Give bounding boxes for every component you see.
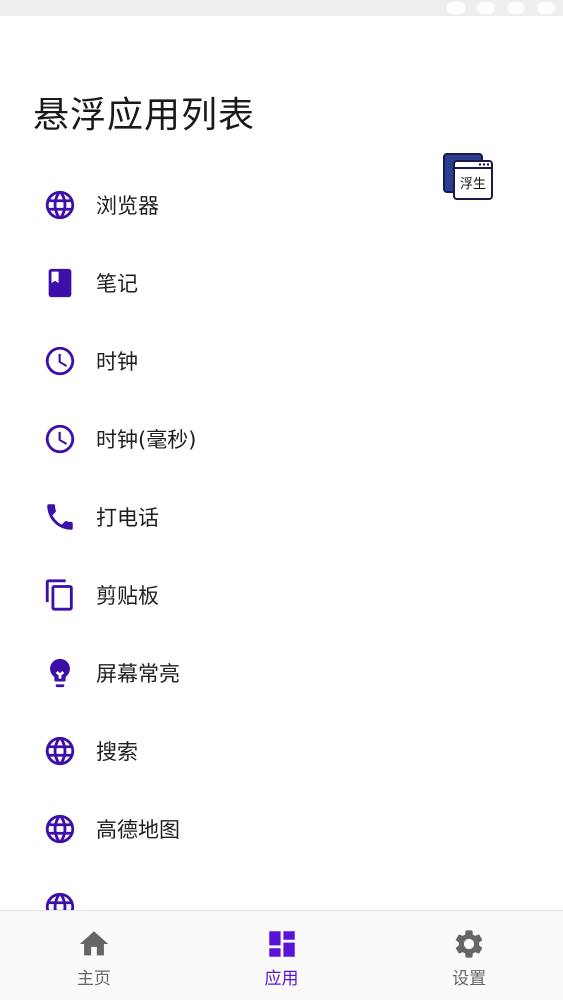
list-item-label: 高德地图 [96, 818, 180, 842]
list-item-label: 屏幕常亮 [96, 662, 180, 686]
dashboard-icon [265, 927, 299, 961]
list-item-label: 剪贴板 [96, 584, 159, 608]
copy-icon [42, 577, 78, 613]
list-item-label: 时钟 [96, 350, 138, 374]
list-item-screen-on[interactable]: 屏幕常亮 [0, 634, 563, 712]
page-title: 悬浮应用列表 [33, 95, 256, 136]
list-item-clipboard[interactable]: 剪贴板 [0, 556, 563, 634]
list-item-browser[interactable]: 浏览器 [0, 166, 563, 244]
globe-icon [42, 889, 78, 910]
list-item-label: 打电话 [96, 506, 159, 530]
nav-label: 应用 [264, 969, 299, 989]
status-indicator-icon [537, 2, 555, 14]
status-indicator-icon [447, 2, 465, 14]
gear-icon [452, 927, 486, 961]
status-indicator-icon [477, 2, 495, 14]
nav-label: 设置 [452, 969, 487, 989]
screen: 悬浮应用列表 浮生 浏览器 笔记 时钟 时钟(毫秒) 打电话 剪贴板 屏幕常亮 … [0, 0, 563, 1000]
list-item-clock-ms[interactable]: 时钟(毫秒) [0, 400, 563, 478]
phone-icon [42, 499, 78, 535]
app-list: 浏览器 笔记 时钟 时钟(毫秒) 打电话 剪贴板 屏幕常亮 搜索 高德地图 [0, 166, 563, 910]
status-icons [447, 2, 555, 14]
list-item-clock[interactable]: 时钟 [0, 322, 563, 400]
list-item-amap[interactable]: 高德地图 [0, 790, 563, 868]
clock-icon [42, 343, 78, 379]
bottom-nav: 主页 应用 设置 [0, 910, 563, 1000]
nav-label: 主页 [76, 969, 111, 989]
list-item-search[interactable]: 搜索 [0, 712, 563, 790]
list-item-label: 笔记 [96, 272, 138, 296]
book-icon [42, 265, 78, 301]
status-bar [0, 0, 563, 16]
list-item-label: 搜索 [96, 740, 138, 764]
nav-item-home[interactable]: 主页 [0, 911, 188, 1000]
list-item-phone[interactable]: 打电话 [0, 478, 563, 556]
globe-icon [42, 811, 78, 847]
list-item-label: 浏览器 [96, 194, 159, 218]
globe-icon [42, 733, 78, 769]
list-item-partial[interactable] [0, 868, 563, 910]
list-item-label: 时钟(毫秒) [96, 428, 197, 452]
clock-icon [42, 421, 78, 457]
list-item-notes[interactable]: 笔记 [0, 244, 563, 322]
home-icon [77, 927, 111, 961]
nav-item-apps[interactable]: 应用 [188, 911, 376, 1000]
globe-icon [42, 187, 78, 223]
status-indicator-icon [507, 2, 525, 14]
lightbulb-icon [42, 655, 78, 691]
nav-item-settings[interactable]: 设置 [375, 911, 563, 1000]
